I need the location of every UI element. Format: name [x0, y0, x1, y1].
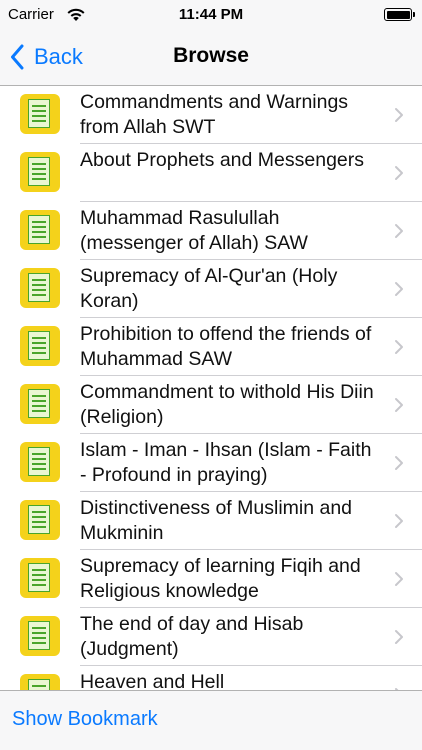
chevron-right-icon [395, 340, 403, 354]
notepad-icon [20, 558, 60, 598]
chevron-right-icon [395, 282, 403, 296]
notepad-icon [20, 616, 60, 656]
bottom-toolbar: Show Bookmark [0, 690, 422, 750]
chevron-right-icon [395, 224, 403, 238]
list-item[interactable]: Supremacy of learning Fiqih and Religiou… [0, 550, 422, 608]
list-item[interactable]: Supremacy of Al-Qur'an (Holy Koran) [0, 260, 422, 318]
list-item[interactable]: About Prophets and Messengers [0, 144, 422, 202]
list-item-label: About Prophets and Messengers [80, 149, 365, 171]
list-item-label: Supremacy of learning Fiqih and Religiou… [80, 555, 361, 602]
clock: 11:44 PM [178, 6, 244, 23]
notepad-icon [20, 674, 60, 690]
list-item-label: The end of day and Hisab (Judgment) [80, 613, 304, 660]
list-item-label: Distinctiveness of Muslimin and Mukminin [80, 497, 353, 544]
chevron-right-icon [395, 108, 403, 122]
notepad-icon [20, 326, 60, 366]
topic-list[interactable]: Commandments and Warnings from Allah SWT… [0, 86, 422, 690]
list-item-label: Islam - Iman - Ihsan (Islam - Faith - Pr… [80, 439, 372, 486]
list-item[interactable]: The end of day and Hisab (Judgment) [0, 608, 422, 666]
list-item[interactable]: Islam - Iman - Ihsan (Islam - Faith - Pr… [0, 434, 422, 492]
notepad-icon [20, 152, 60, 192]
list-item[interactable]: Muhammad Rasulullah (messenger of Allah)… [0, 202, 422, 260]
list-item-label: Commandments and Warnings from Allah SWT [80, 91, 349, 138]
list-item[interactable]: Commandments and Warnings from Allah SWT [0, 86, 422, 144]
notepad-icon [20, 500, 60, 540]
chevron-right-icon [395, 630, 403, 644]
chevron-right-icon [395, 572, 403, 586]
list-item[interactable]: Prohibition to offend the friends of Muh… [0, 318, 422, 376]
list-item[interactable]: Distinctiveness of Muslimin and Mukminin [0, 492, 422, 550]
list-item-label: Heaven and Hell [80, 671, 225, 690]
notepad-icon [20, 94, 60, 134]
list-item-label: Muhammad Rasulullah (messenger of Allah)… [80, 207, 308, 254]
notepad-icon [20, 210, 60, 250]
list-item[interactable]: Commandment to withold His Diin (Religio… [0, 376, 422, 434]
list-item-label: Prohibition to offend the friends of Muh… [80, 323, 372, 370]
chevron-right-icon [395, 166, 403, 180]
notepad-icon [20, 268, 60, 308]
list-item-label: Supremacy of Al-Qur'an (Holy Koran) [80, 265, 338, 312]
show-bookmark-button[interactable]: Show Bookmark [12, 708, 158, 731]
chevron-right-icon [395, 514, 403, 528]
list-item-label: Commandment to withold His Diin (Religio… [80, 381, 374, 428]
status-bar: Carrier 11:44 PM [0, 0, 422, 30]
notepad-icon [20, 384, 60, 424]
list-item[interactable]: Heaven and Hell [0, 666, 422, 690]
page-title: Browse [173, 44, 249, 67]
chevron-right-icon [395, 398, 403, 412]
notepad-icon [20, 442, 60, 482]
navigation-bar: Back Browse [0, 30, 422, 86]
battery-icon [384, 8, 415, 21]
chevron-right-icon [395, 456, 403, 470]
